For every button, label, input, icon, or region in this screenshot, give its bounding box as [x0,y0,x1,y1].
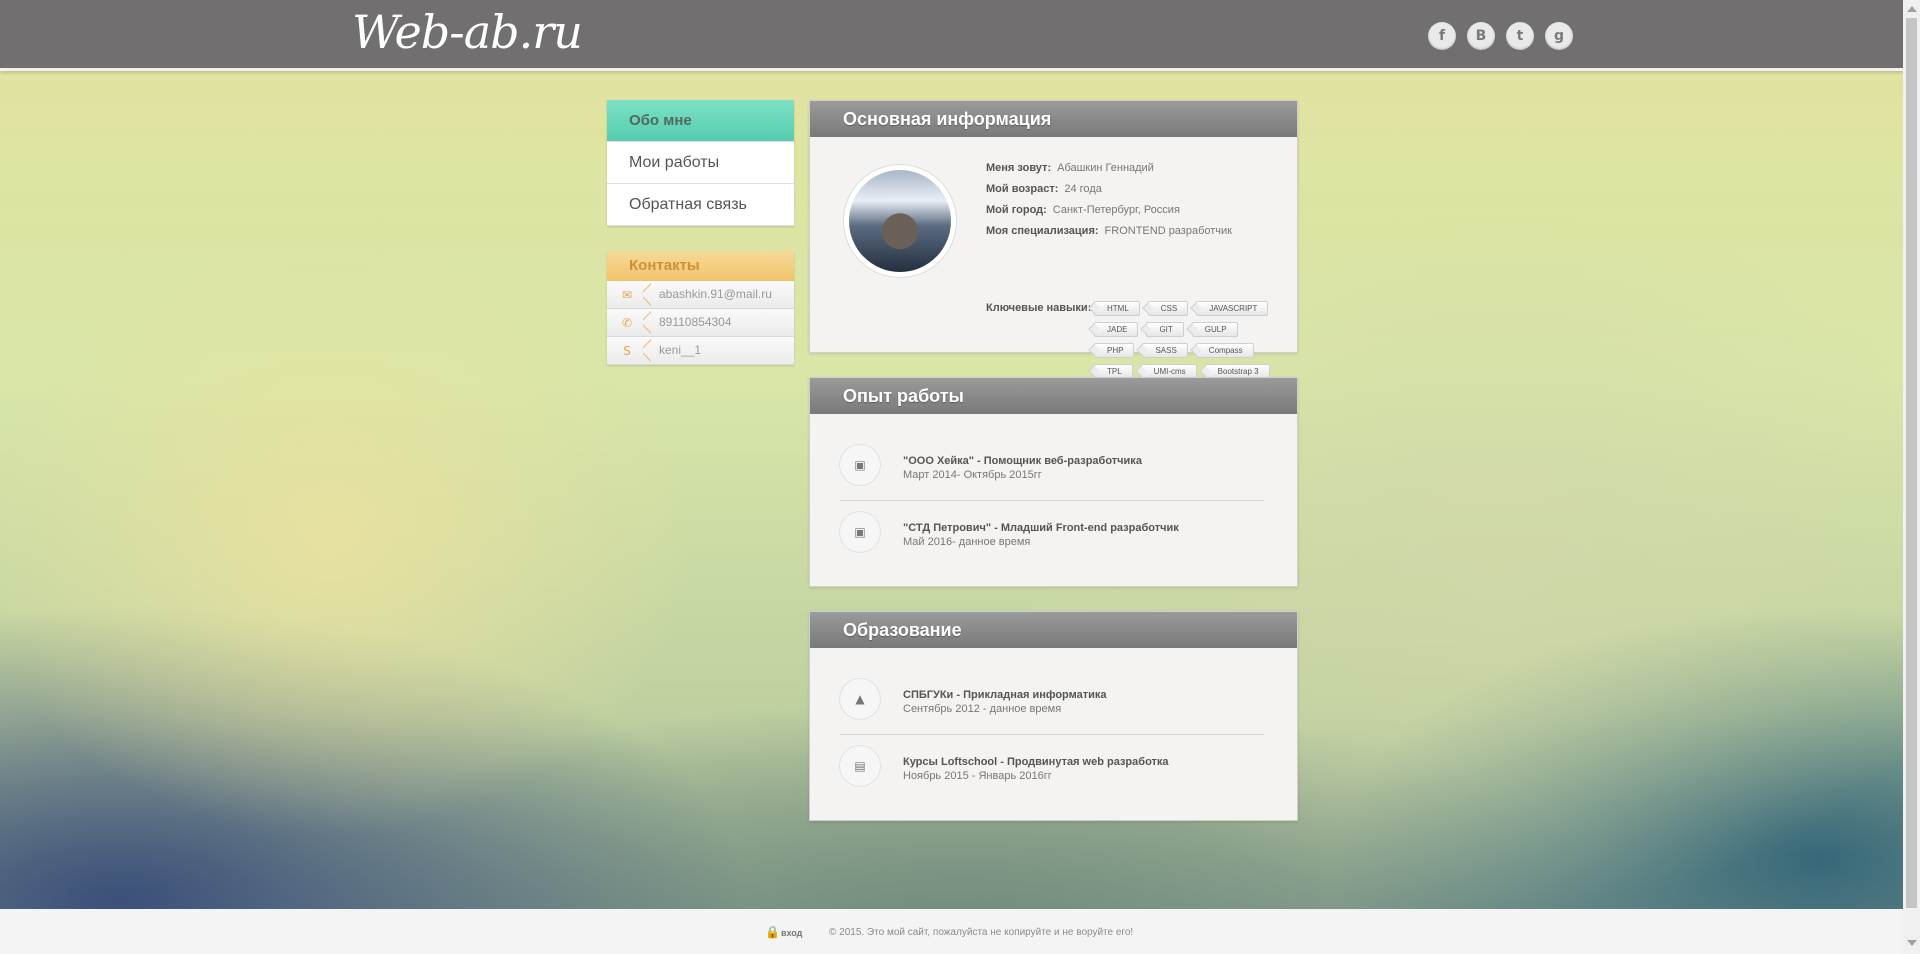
nav-item-feedback[interactable]: Обратная связь [607,184,794,226]
mail-icon: ✉ [607,281,651,308]
lock-icon: 🔒 [765,925,780,939]
experience-panel: Опыт работы ▣ "ООО Хейка" - Помощник веб… [809,377,1298,587]
contacts-block: Контакты ✉ abashkin.91@mail.ru ✆ 8911085… [607,251,794,365]
info-value: Санкт-Петербург, Россия [1052,204,1180,216]
experience-date: Март 2014- Октябрь 2015гг [903,469,1042,481]
contact-email[interactable]: abashkin.91@mail.ru [659,281,772,308]
scroll-up-arrow-icon[interactable] [1907,6,1917,12]
contact-skype-row[interactable]: S keni__1 [607,337,794,365]
avatar-photo [849,170,951,272]
copyright-text: © 2015. Это мой сайт, пожалуйста не копи… [829,927,1134,938]
site-logo[interactable]: Web-ab.ru [352,2,583,62]
info-panel-title: Основная информация [810,101,1297,137]
skill-tag: JADE [1094,322,1139,337]
login-label[interactable]: вход [781,928,802,938]
nav-item-about[interactable]: Обо мне [607,100,794,142]
document-icon: ▤ [840,746,880,786]
info-row-name: Меня зовут: Абашкин Геннадий [986,159,1232,180]
experience-item: ▣ "ООО Хейка" - Помощник веб-разработчик… [840,445,1264,512]
skill-tag: GULP [1191,322,1238,337]
info-row-city: Мой город: Санкт-Петербург, Россия [986,201,1232,222]
education-title: СПБГУКи - Прикладная информатика [903,689,1107,701]
education-title: Курсы Loftschool - Продвинутая web разра… [903,756,1169,768]
scroll-down-arrow-icon[interactable] [1907,940,1917,946]
info-value: 24 года [1064,183,1102,195]
nav-item-works[interactable]: Мои работы [607,142,794,184]
info-key: Мой возраст: [986,183,1059,195]
contact-phone[interactable]: 89110854304 [659,309,732,336]
skill-tag: CSS [1147,301,1189,316]
info-key: Мой город: [986,204,1047,216]
info-row-specialization: Моя специализация: FRONTEND разработчик [986,222,1232,243]
skill-tag: HTML [1094,301,1140,316]
experience-date: Май 2016- данное время [903,536,1031,548]
experience-title: "СТД Петрович" - Младший Front-end разра… [903,522,1179,534]
site-header: Web-ab.ru f B t g [0,0,1903,71]
info-panel: Основная информация Меня зовут: Абашкин Г… [809,100,1298,379]
twitter-icon[interactable]: t [1506,22,1534,50]
briefcase-icon: ▣ [840,512,880,552]
education-item: ▤ Курсы Loftschool - Продвинутая web раз… [840,746,1264,813]
page-scrollbar[interactable] [1903,0,1920,954]
login-link[interactable]: 🔒вход [765,925,802,939]
education-date: Сентябрь 2012 - данное время [903,703,1062,715]
skills-tags: HTML CSS JAVASCRIPT JADE GIT GULP PHP SA… [1094,301,1284,379]
facebook-icon[interactable]: f [1428,22,1456,50]
site-footer: 🔒вход © 2015. Это мой сайт, пожалуйста н… [0,909,1903,954]
social-links: f B t g [1428,22,1573,50]
experience-title: "ООО Хейка" - Помощник веб-разработчика [903,455,1142,467]
contact-email-row[interactable]: ✉ abashkin.91@mail.ru [607,281,794,309]
phone-icon: ✆ [607,309,651,336]
info-value: FRONTEND разработчик [1104,225,1232,237]
divider [840,500,1264,501]
education-panel: Образование ▲ СПБГУКи - Прикладная инфор… [809,611,1298,821]
skill-tag: GIT [1146,322,1184,337]
skype-icon: S [607,337,651,364]
contacts-title: Контакты [607,251,794,281]
contact-phone-row[interactable]: ✆ 89110854304 [607,309,794,337]
info-row-age: Мой возраст: 24 года [986,180,1232,201]
briefcase-icon: ▣ [840,445,880,485]
education-item: ▲ СПБГУКи - Прикладная информатика Сентя… [840,679,1264,746]
sidebar-nav: Обо мне Мои работы Обратная связь [607,100,794,226]
experience-panel-title: Опыт работы [810,378,1297,414]
graduation-cap-icon: ▲ [840,679,880,719]
skill-tag: Compass [1195,343,1254,358]
divider [840,734,1264,735]
skill-tag: PHP [1094,343,1135,358]
vk-icon[interactable]: B [1467,22,1495,50]
info-value: Абашкин Геннадий [1057,162,1154,174]
skills-label: Ключевые навыки: [986,302,1092,314]
scroll-thumb[interactable] [1906,18,1917,908]
info-key: Моя специализация: [986,225,1099,237]
education-panel-title: Образование [810,612,1297,648]
github-icon[interactable]: g [1545,22,1573,50]
avatar [844,165,956,277]
info-key: Меня зовут: [986,162,1052,174]
skill-tag: SASS [1142,343,1188,358]
experience-item: ▣ "СТД Петрович" - Младший Front-end раз… [840,512,1264,579]
skill-tag: JAVASCRIPT [1196,301,1269,316]
education-date: Ноябрь 2015 - Январь 2016гг [903,770,1052,782]
contact-skype[interactable]: keni__1 [659,337,701,364]
info-list: Меня зовут: Абашкин Геннадий Мой возраст:… [986,159,1232,243]
